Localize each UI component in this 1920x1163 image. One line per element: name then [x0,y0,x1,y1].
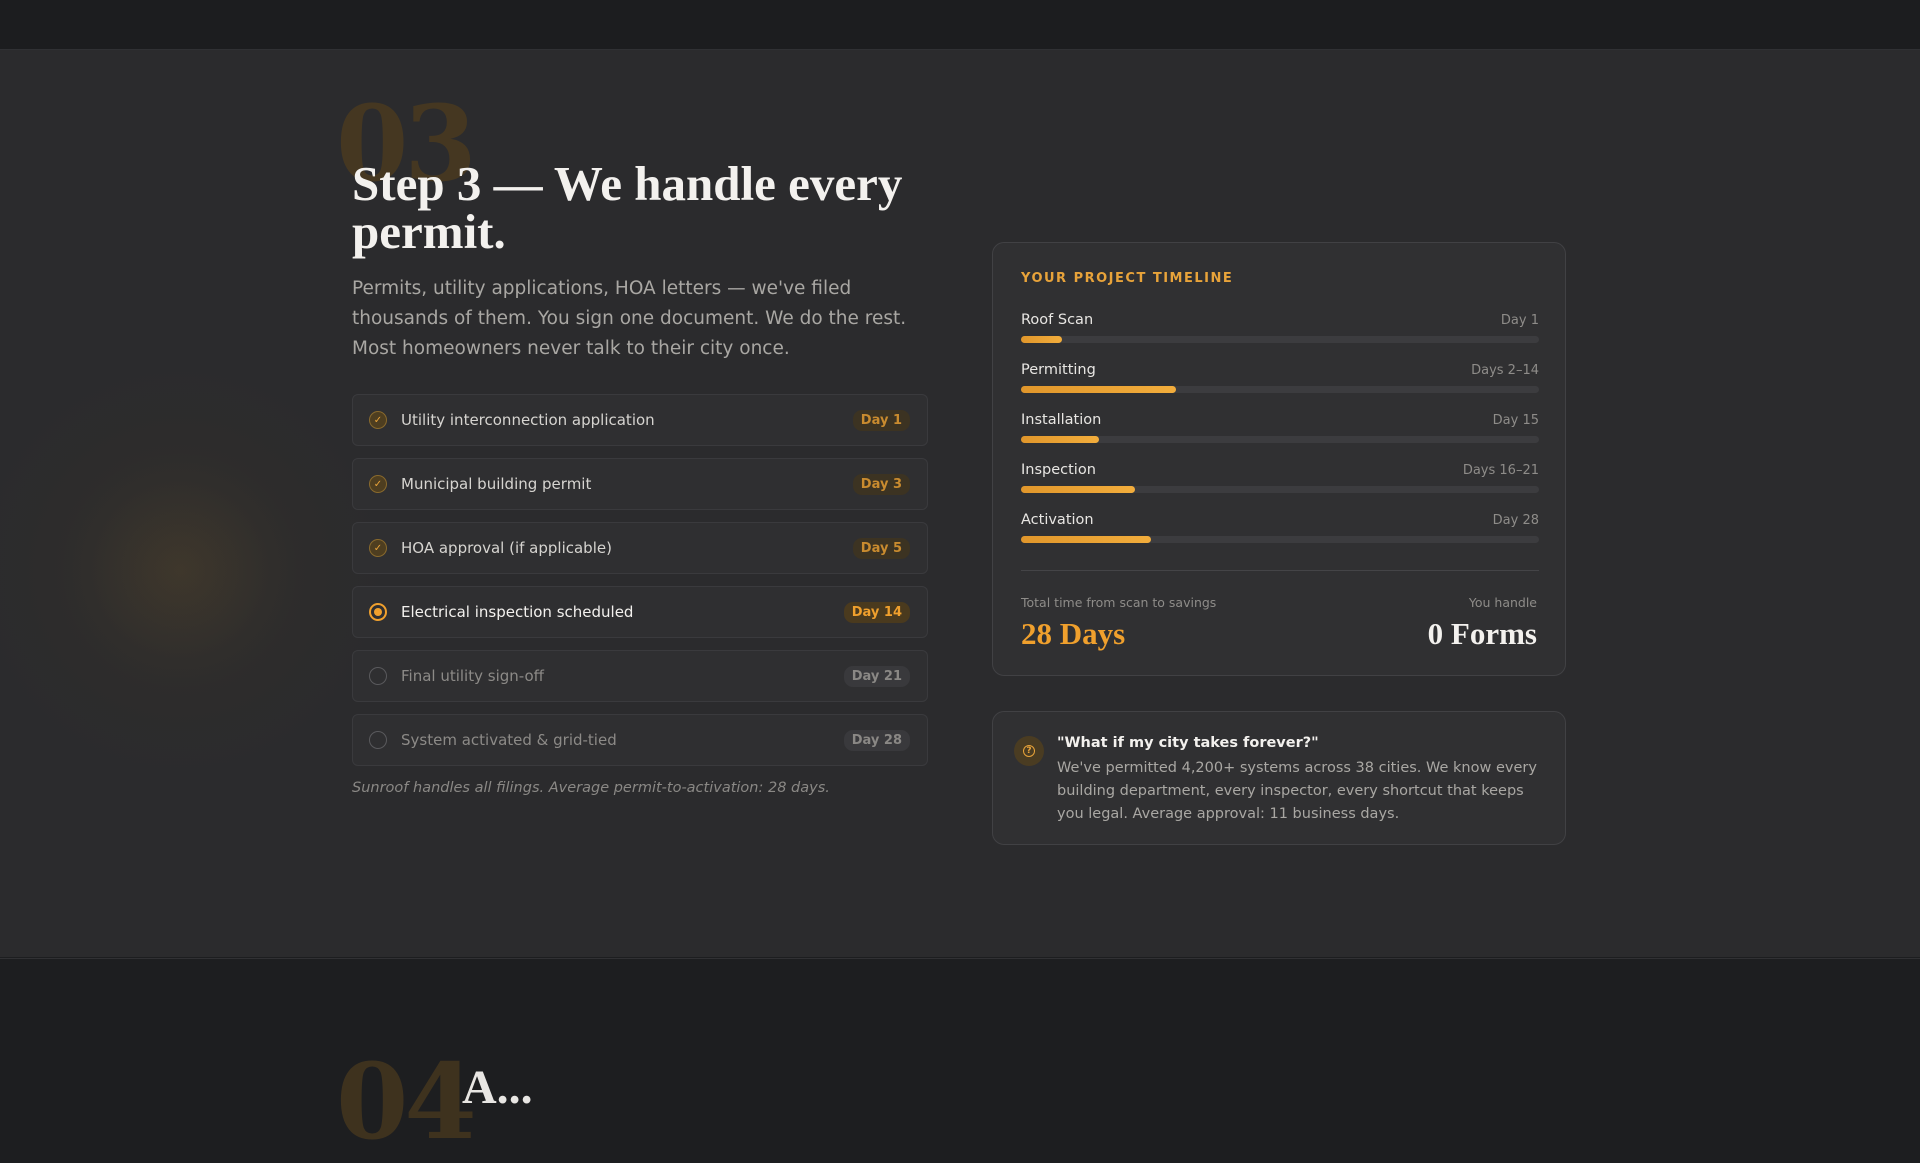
progress-track [1021,486,1539,493]
project-timeline-card: YOUR PROJECT TIMELINE Roof Scan Day 1 Perm… [992,242,1566,676]
checklist-item: Final utility sign-off Day 21 [352,650,928,702]
forms-caption: You handle [1468,595,1537,610]
forms-value: 0 Forms [1427,616,1537,651]
phase-name: Permitting [1021,362,1096,378]
day-badge: Day 28 [843,729,910,751]
phase-day: Days 16–21 [1462,463,1539,478]
phase-day: Day 28 [1492,513,1539,528]
timeline-phase: Activation Day 28 [1021,512,1539,552]
timeline-title: YOUR PROJECT TIMELINE [1021,271,1234,286]
phase-day: Day 15 [1492,413,1539,428]
check-icon: ✓ [369,411,387,429]
checklist-item: Electrical inspection scheduled Day 14 [352,586,928,638]
next-step-title: A... [462,1061,533,1114]
check-icon: ✓ [369,475,387,493]
timeline-phase: Permitting Days 2–14 [1021,362,1539,402]
checklist-item: System activated & grid-tied Day 28 [352,714,928,766]
phase-day: Day 1 [1500,313,1539,328]
day-badge: Day 21 [843,665,910,687]
pending-circle-icon [369,731,387,749]
step-description: Permits, utility applications, HOA lette… [352,278,907,359]
day-badge: Day 1 [852,409,910,431]
active-step-icon [369,603,387,621]
filings-note: Sunroof handles all filings. Average per… [352,780,830,796]
step-title: Step 3 — We handle every permit. [352,156,903,259]
next-step-number: 04 [336,1040,477,1163]
progress-track [1021,536,1539,543]
progress-fill [1021,386,1177,393]
day-badge: Day 5 [852,537,910,559]
total-time-stat: Total time from scan to savings 28 Days [1021,595,1216,649]
question-icon: ? [1014,736,1044,766]
faq-question: "What if my city takes forever?" [1057,735,1319,751]
day-badge: Day 14 [843,601,910,623]
faq-answer: We've permitted 4,200+ systems across 38… [1057,760,1537,822]
timeline-divider [1021,570,1539,571]
checklist-item-label: Final utility sign-off [401,667,544,685]
check-icon: ✓ [369,539,387,557]
pending-circle-icon [369,667,387,685]
total-time-value: 28 Days [1021,616,1126,651]
progress-fill [1021,436,1099,443]
progress-track [1021,386,1539,393]
checklist-item-label: System activated & grid-tied [401,731,617,749]
checklist-item-label: Electrical inspection scheduled [401,603,634,621]
phase-name: Activation [1021,512,1094,528]
checklist-item: ✓ Utility interconnection application Day … [352,394,928,446]
progress-fill [1021,336,1063,343]
permit-checklist: ✓ Utility interconnection application Day … [352,394,928,778]
progress-track [1021,336,1539,343]
timeline-phase: Inspection Days 16–21 [1021,462,1539,502]
timeline-phase: Roof Scan Day 1 [1021,312,1539,352]
background-glow-inner [60,450,300,690]
total-time-caption: Total time from scan to savings [1021,595,1217,610]
faq-card: ? "What if my city takes forever?" We've… [992,711,1566,845]
phase-name: Installation [1021,412,1102,428]
next-section [0,958,1920,1081]
phase-day: Days 2–14 [1471,363,1539,378]
forms-stat: You handle 0 Forms [1428,595,1537,649]
phase-name: Inspection [1021,462,1096,478]
checklist-item-label: HOA approval (if applicable) [401,539,612,557]
checklist-item: ✓ Municipal building permit Day 3 [352,458,928,510]
checklist-item-label: Utility interconnection application [401,411,655,429]
progress-fill [1021,536,1151,543]
day-badge: Day 3 [852,473,910,495]
step-3-section [0,50,1920,957]
progress-track [1021,436,1539,443]
phase-name: Roof Scan [1021,312,1094,328]
progress-fill [1021,486,1135,493]
checklist-item: ✓ HOA approval (if applicable) Day 5 [352,522,928,574]
checklist-item-label: Municipal building permit [401,475,592,493]
timeline-phase: Installation Day 15 [1021,412,1539,452]
top-navigation-bar [0,0,1920,50]
